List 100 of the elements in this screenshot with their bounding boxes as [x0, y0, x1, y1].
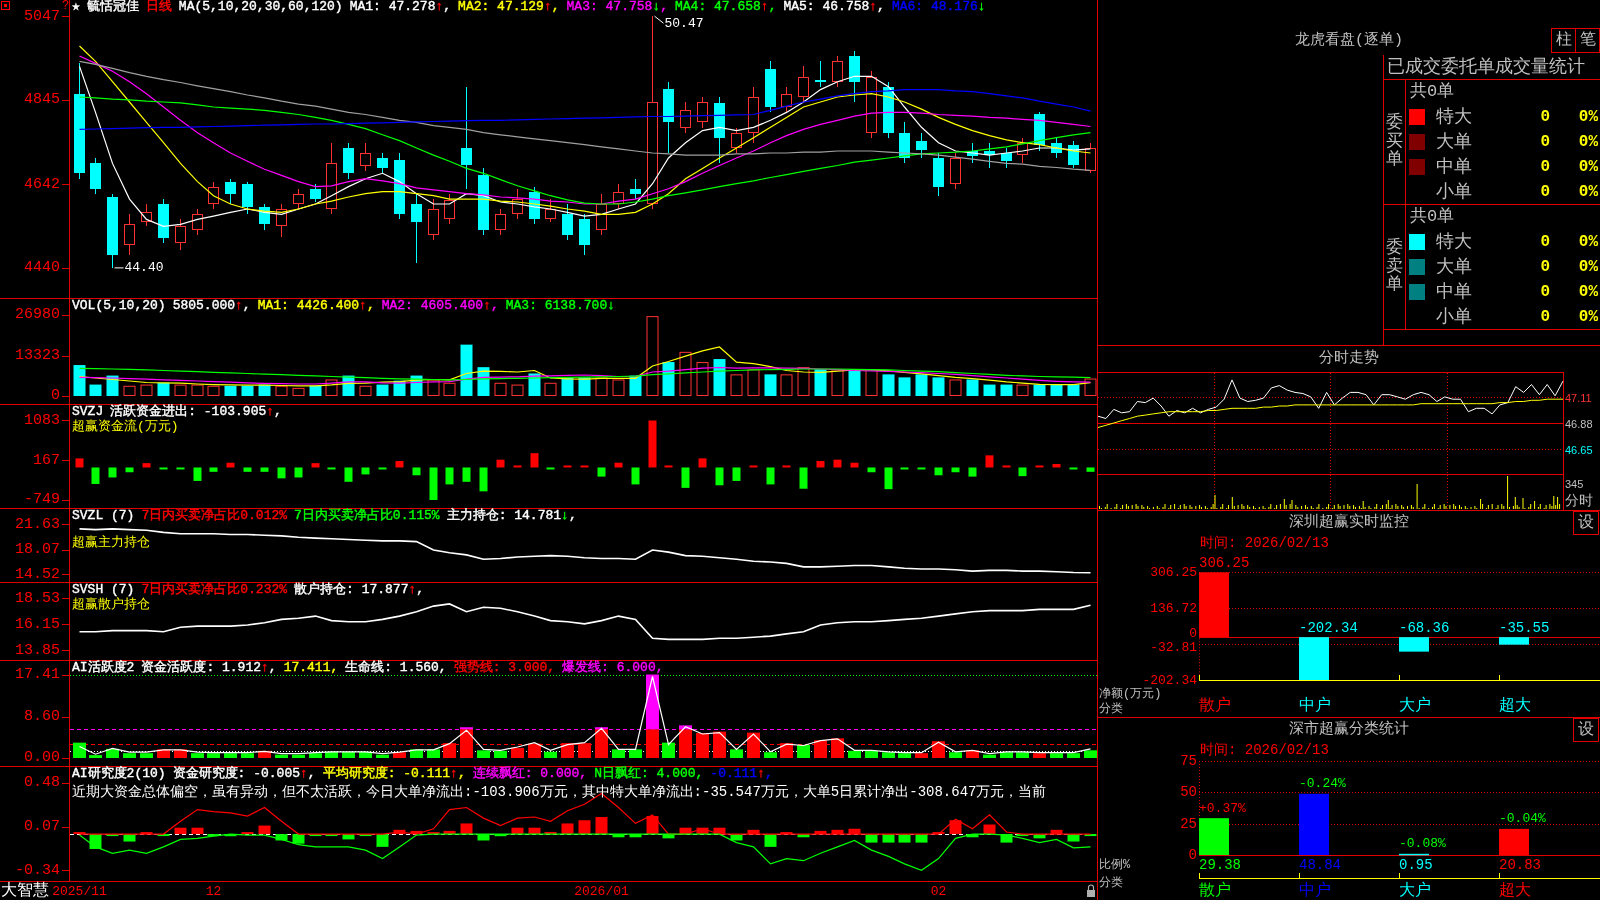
share-value-label: 48.84 — [1299, 857, 1341, 873]
price-callout: 44.40 — [114, 260, 164, 276]
axis-title: 净额(万元) — [1099, 687, 1162, 701]
axis-label: 14.52 — [15, 566, 60, 583]
trend-arrow: ↑ — [266, 405, 275, 418]
section-title: 深市超赢分类统计 — [1289, 721, 1409, 739]
order-count: 0 — [1540, 133, 1550, 151]
legend-text: 7日内买卖净占比0.232% — [141, 583, 288, 596]
separator: , — [307, 767, 316, 780]
trend-arrow: ↑ — [757, 767, 765, 780]
separator: , — [568, 509, 577, 522]
axis-label: 47.11 — [1565, 391, 1592, 404]
volume-scale-label: 345 — [1565, 478, 1584, 490]
trend-arrow: ↓ — [561, 509, 569, 522]
trend-arrow: ↑ — [435, 0, 444, 13]
order-count: 0 — [1540, 258, 1550, 276]
bar-value-label: -35.55 — [1499, 620, 1550, 637]
trend-arrow: ↑ — [869, 0, 878, 13]
axis-label: 13.85 — [15, 641, 60, 659]
separator: , — [768, 0, 777, 13]
order-count: 0 — [1540, 157, 1550, 176]
trend-arrow: ↑ — [359, 299, 367, 312]
axis-label: 26980 — [15, 306, 60, 324]
legend-text: MA2: 4605.400 — [381, 299, 484, 312]
order-count: 0 — [1540, 233, 1550, 252]
legend-text: 主力持仓: 14.781 — [446, 509, 562, 522]
date-label: 2026/01 — [574, 883, 629, 899]
separator: , — [457, 767, 466, 780]
axis-label: 16.15 — [15, 615, 60, 633]
axis-label: 17.41 — [15, 666, 60, 683]
axis-label: 50 — [1180, 784, 1197, 801]
legend-text: 连续飘红: 0.000, — [472, 767, 588, 780]
annotation: 50.47 — [664, 15, 704, 31]
axis-title: 比例% — [1099, 858, 1131, 872]
section-title: 深圳超赢实时监控 — [1289, 514, 1409, 532]
legend-text: 活跃资金进出: -103.905 — [110, 405, 267, 418]
legend-text: MA5: 46.758 — [783, 0, 870, 13]
order-size-label: 小单 — [1436, 306, 1472, 327]
legend-text: AI活跃度2 — [72, 661, 135, 674]
separator: , — [764, 767, 773, 780]
analysis-text: 近期大资金总体偏空，虽有异动，但不太活跃，今日大单净流出:-103.906万元，其中特大单净流出:-35.547万元，大单5日累计净出-308.647万元，当前 — [72, 784, 1047, 801]
separator: , — [660, 0, 668, 13]
legend-text: MA4: 47.658 — [675, 0, 761, 13]
annotation: 44.40 — [124, 260, 164, 276]
legend-text: 生命线: 1.560, — [345, 661, 447, 674]
order-percent: 0% — [1578, 133, 1598, 151]
change-label: -0.24% — [1299, 776, 1346, 792]
group-label: 委买单 — [1386, 113, 1403, 171]
separator: , — [877, 0, 885, 13]
trend-arrow: ↑ — [483, 299, 491, 312]
axis-title: 分类 — [1099, 702, 1123, 716]
share-value-label: 20.83 — [1499, 857, 1541, 873]
trend-arrow: ↓ — [607, 299, 615, 312]
axis-label: 18.53 — [15, 589, 60, 607]
trend-arrow: ↑ — [300, 767, 308, 780]
legend-text: MA1: 4426.400 — [257, 299, 360, 312]
category-label: 中户 — [1299, 882, 1331, 900]
trend-arrow: ↑ — [261, 661, 269, 674]
legend-text: VOL(5,10,20) — [72, 299, 166, 312]
legend-text: 强势线: 3.000, — [453, 661, 556, 674]
legend-text: 17.411, — [283, 661, 339, 674]
category-label: 超大 — [1499, 697, 1531, 715]
separator: , — [268, 661, 277, 674]
legend-text: MA2: 47.129 — [458, 0, 544, 13]
trend-arrow: ↓ — [977, 0, 986, 13]
date-label: 02 — [930, 883, 947, 899]
legend-text: 资金研究度: -0.005 — [172, 767, 301, 780]
order-size-label: 中单 — [1436, 281, 1472, 302]
order-percent: 0% — [1578, 282, 1598, 301]
share-value-label: 29.38 — [1199, 857, 1241, 873]
legend-text: 7日内买卖净占比0.115% — [294, 509, 440, 522]
legend-text: 日线 — [145, 0, 172, 13]
legend-text: AI研究度2(10) — [72, 767, 166, 780]
legend-text: MA6: 48.176 — [891, 0, 978, 13]
axis-title: 分类 — [1099, 876, 1123, 890]
order-total: 共0单 — [1409, 207, 1455, 228]
order-count: 0 — [1540, 182, 1550, 201]
axis-label: 136.72 — [1150, 600, 1197, 616]
axis-label: -0.34 — [15, 861, 60, 879]
order-size-label: 大单 — [1436, 132, 1472, 152]
order-percent: 0% — [1578, 233, 1598, 252]
bar-value-label: 306.25 — [1199, 555, 1250, 572]
indicator-caption: 超赢主力持仓 — [72, 535, 150, 550]
volume-caption: 分时 — [1565, 493, 1593, 509]
axis-label: -749 — [24, 491, 60, 509]
separator: , — [274, 405, 282, 418]
bar-value-label: -202.34 — [1299, 620, 1358, 637]
legend-text: N日飘红: 4.000, — [594, 767, 704, 780]
axis-label: 4440 — [24, 259, 60, 277]
order-percent: 0% — [1578, 182, 1598, 201]
order-size-label: 大单 — [1436, 257, 1472, 277]
trend-arrow: ↑ — [760, 0, 769, 13]
legend-text: 7日内买卖净占比0.012% — [141, 509, 288, 522]
order-count: 0 — [1540, 307, 1550, 326]
axis-label: 0 — [51, 387, 60, 405]
order-size-label: 特大 — [1436, 107, 1472, 128]
axis-label: 0.48 — [24, 774, 60, 792]
share-value-label: 0.95 — [1399, 857, 1433, 873]
legend-text: 毓恬冠佳 — [86, 0, 139, 13]
brand-label: 大智慧 — [1, 882, 49, 900]
